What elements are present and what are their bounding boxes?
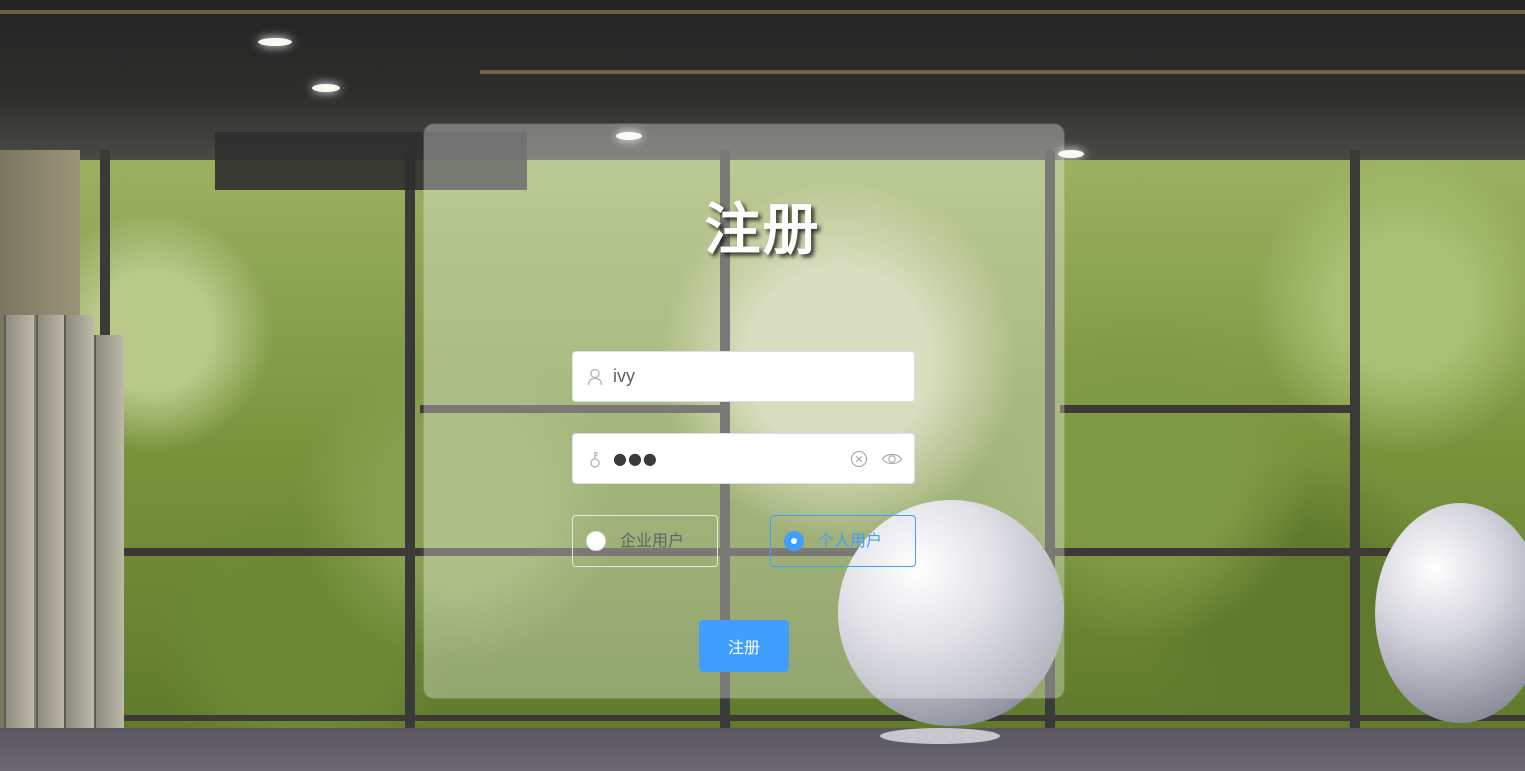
background-screen (4, 315, 34, 755)
password-input[interactable]: ●●● (613, 434, 658, 483)
background-screen (36, 315, 66, 755)
radio-label: 企业用户 (620, 531, 685, 550)
ceiling-lamp (312, 84, 340, 92)
background-floor (0, 728, 1525, 771)
page-title: 注册 (704, 197, 821, 263)
user-icon (587, 368, 603, 386)
radio-enterprise-user[interactable]: 企业用户 (572, 515, 718, 567)
ceiling-rail (480, 70, 1525, 74)
radio-personal-user[interactable]: 个人用户 (770, 515, 916, 567)
login-page: 注册 ●●● (0, 0, 1525, 771)
password-field[interactable]: ●●● (572, 433, 915, 484)
ceiling-lamp (258, 38, 292, 46)
radio-dot-unchecked (586, 531, 606, 551)
username-field[interactable] (572, 351, 915, 402)
window-transom (1060, 405, 1350, 413)
register-button[interactable]: 注册 (699, 620, 789, 672)
clear-icon[interactable] (850, 450, 868, 468)
lock-icon (587, 450, 603, 468)
ceiling-rail (0, 10, 1525, 14)
background-screen (64, 315, 94, 755)
window-transom (120, 715, 1525, 721)
background-screen (94, 335, 124, 745)
background-ball-stand (880, 728, 1000, 744)
radio-label: 个人用户 (818, 531, 883, 550)
username-input[interactable] (613, 352, 833, 401)
radio-dot-checked (784, 531, 804, 551)
eye-icon[interactable] (881, 450, 903, 468)
